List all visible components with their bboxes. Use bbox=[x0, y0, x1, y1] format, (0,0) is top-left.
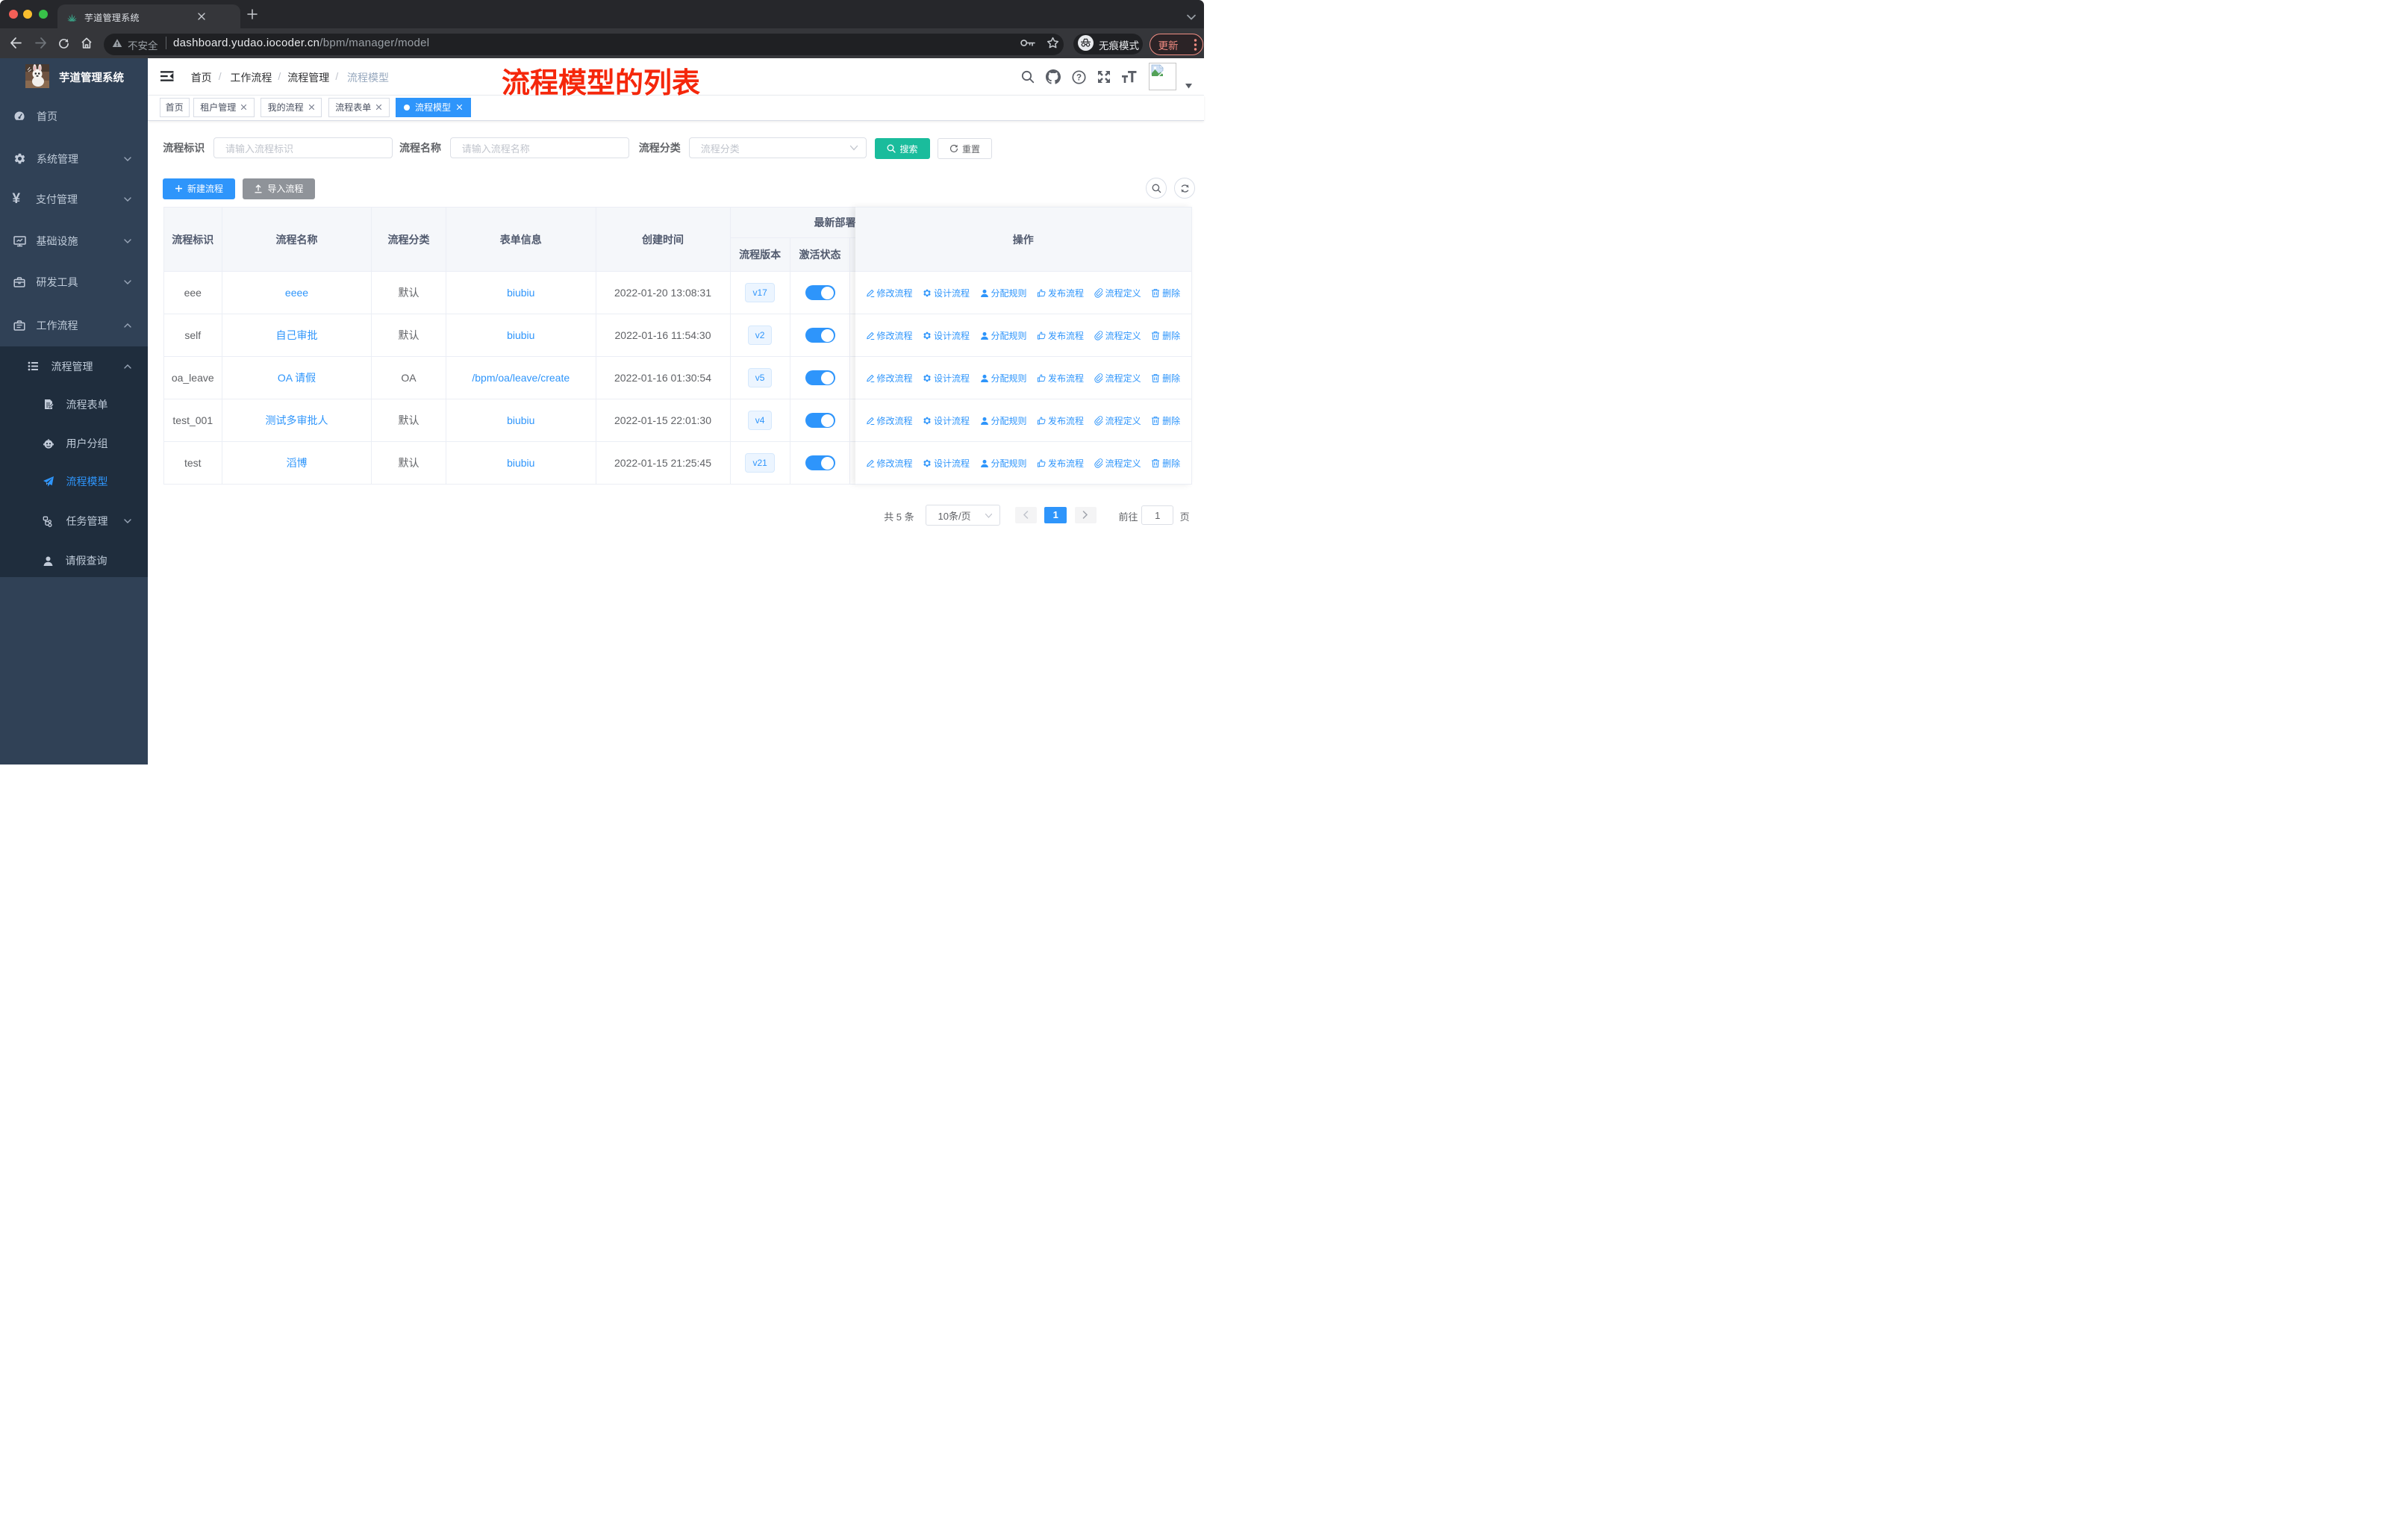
svg-text:?: ? bbox=[1076, 73, 1082, 82]
